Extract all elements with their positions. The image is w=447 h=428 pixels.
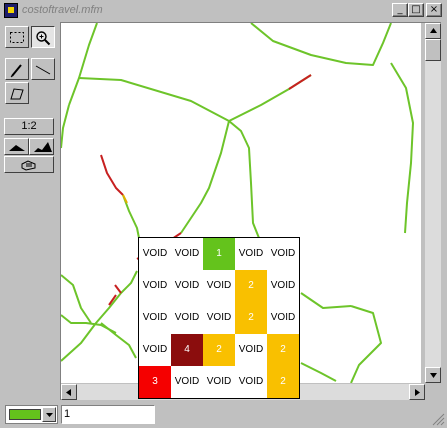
- arrow-up-icon: [430, 28, 437, 33]
- arrow-left-icon: [66, 389, 71, 396]
- road-segment: [61, 104, 70, 149]
- grid-cell-void: VOID: [142, 248, 168, 259]
- road-segment: [68, 23, 98, 106]
- title-bar: costoftravel.mfm _ □ ×: [0, 0, 447, 22]
- dropdown-button[interactable]: [42, 407, 56, 422]
- road-segment: [100, 322, 137, 359]
- tool-palette: 1:2: [0, 22, 60, 400]
- terrain-large-icon: [34, 142, 52, 152]
- grid-cell-void: VOID: [270, 280, 296, 291]
- cost-grid-popup: VOID VOID 1 VOID VOID VOID VOID VOID 2 VOID VOID VO…: [138, 237, 300, 399]
- grid-cell-void: VOID: [174, 312, 200, 323]
- grid-cell-void: VOID: [142, 344, 168, 355]
- grid-cell-void: VOID: [174, 376, 200, 387]
- zoom-tool[interactable]: [31, 26, 55, 48]
- road-segment: [61, 274, 92, 324]
- road-segment: [78, 77, 230, 122]
- app-icon: [4, 3, 18, 18]
- pencil-tool[interactable]: [5, 58, 29, 80]
- polygon-icon: [10, 88, 24, 100]
- grid-cell-void: VOID: [142, 280, 168, 291]
- hand-pointer-button[interactable]: [4, 156, 54, 173]
- road-segment: [390, 62, 414, 234]
- road-segment: [228, 120, 260, 239]
- grid-cell-cost: 3: [139, 366, 171, 398]
- line-icon: [35, 65, 51, 75]
- zoom-icon: [36, 31, 51, 46]
- select-rectangle-tool[interactable]: [5, 26, 29, 48]
- road-segment: [350, 305, 382, 383]
- grid-cell-void: VOID: [206, 312, 232, 323]
- restore-button[interactable]: □: [408, 3, 424, 17]
- grid-cell-cost: 2: [267, 366, 299, 398]
- scroll-left-button[interactable]: [61, 384, 77, 400]
- road-segment: [300, 292, 352, 309]
- grid-cell-cost: 4: [171, 334, 203, 366]
- grid-cell-void: VOID: [174, 280, 200, 291]
- grid-cell-void: VOID: [174, 248, 200, 259]
- grid-cell-void: VOID: [270, 248, 296, 259]
- scroll-down-button[interactable]: [425, 367, 441, 383]
- grid-cell-void: VOID: [238, 344, 264, 355]
- polygon-tool[interactable]: [5, 82, 29, 104]
- grid-cell-cost: 1: [203, 238, 235, 270]
- pencil-icon: [10, 64, 22, 78]
- color-dropdown[interactable]: [5, 405, 58, 424]
- road-segment: [288, 74, 312, 90]
- road-segment: [180, 120, 230, 234]
- hand-pointer-icon: [21, 160, 36, 171]
- road-segment: [300, 362, 337, 382]
- terrain-large-button[interactable]: [29, 138, 54, 155]
- arrow-down-icon: [430, 373, 437, 378]
- vertical-scrollbar[interactable]: [425, 23, 441, 383]
- minimize-button[interactable]: _: [392, 3, 408, 17]
- terrain-small-icon: [9, 145, 25, 151]
- scroll-right-button[interactable]: [409, 384, 425, 400]
- road-segment: [114, 284, 122, 294]
- resize-grip-icon[interactable]: [431, 412, 445, 426]
- terrain-small-button[interactable]: [4, 138, 29, 155]
- grid-cell-cost: 2: [203, 334, 235, 366]
- grid-cell-void: VOID: [206, 280, 232, 291]
- window-title: costoftravel.mfm: [22, 4, 103, 16]
- color-swatch: [9, 409, 41, 420]
- value-input[interactable]: 1: [61, 405, 155, 424]
- scale-button[interactable]: 1:2: [4, 118, 54, 135]
- road-segment: [250, 23, 392, 66]
- grid-cell-cost: 2: [267, 334, 299, 366]
- scroll-up-button[interactable]: [425, 23, 441, 39]
- vertical-scroll-thumb[interactable]: [425, 39, 441, 61]
- line-tool[interactable]: [31, 58, 55, 80]
- grid-cell-cost: 2: [235, 302, 267, 334]
- arrow-right-icon: [415, 389, 420, 396]
- select-rectangle-icon: [10, 32, 24, 43]
- grid-cell-void: VOID: [142, 312, 168, 323]
- road-segment: [100, 154, 124, 196]
- chevron-down-icon: [46, 413, 53, 417]
- grid-cell-void: VOID: [238, 376, 264, 387]
- close-button[interactable]: ×: [426, 3, 442, 17]
- grid-cell-cost: 2: [235, 270, 267, 302]
- grid-cell-void: VOID: [206, 376, 232, 387]
- grid-cell-void: VOID: [270, 312, 296, 323]
- grid-cell-void: VOID: [238, 248, 264, 259]
